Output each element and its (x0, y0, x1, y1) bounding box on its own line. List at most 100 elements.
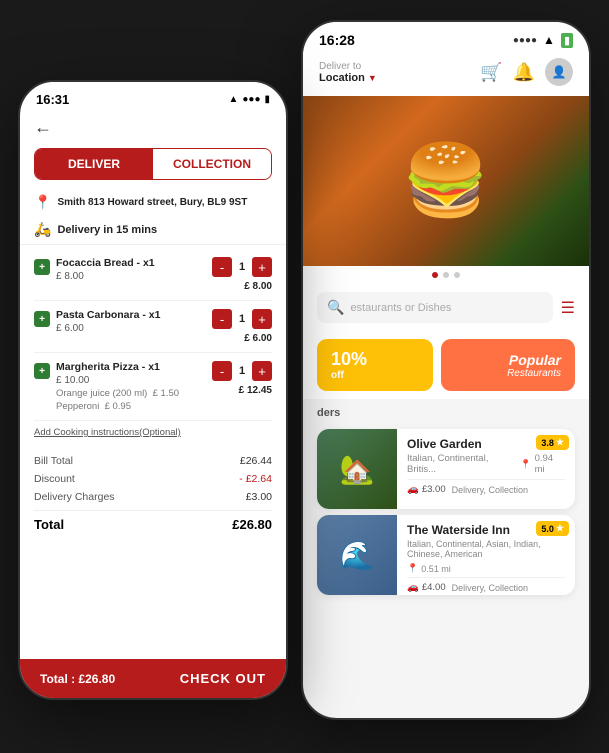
qty-num-1: 1 (235, 261, 249, 273)
waterside-distance: 0.51 mi (421, 564, 451, 574)
qty-controls-1: - 1 + (212, 257, 272, 277)
chevron-down-icon: ▼ (368, 73, 377, 83)
cart-icon[interactable]: 🛒 (480, 62, 502, 83)
dot-3[interactable] (454, 272, 460, 278)
olive-garden-info: 3.8 ★ Olive Garden Italian, Continental,… (397, 429, 575, 509)
signal-dots-icon: ●●●● (513, 35, 537, 46)
promo-popular-title: Popular (509, 352, 561, 368)
grand-total-row: Total £26.80 (34, 510, 272, 532)
left-time: 16:31 (36, 92, 69, 107)
deliver-to-label: Deliver to (319, 61, 377, 72)
item-total-3: £ 12.45 (236, 385, 272, 396)
item-price-3: £ 10.00 (56, 375, 206, 386)
waterside-delivery-types: Delivery, Collection (452, 583, 528, 593)
item-add-icon-3 (34, 363, 50, 379)
restaurant-card-waterside[interactable]: 🌊 5.0 ★ The Waterside Inn Italian, Conti… (317, 515, 575, 595)
search-placeholder-text: estaurants or Dishes (350, 302, 451, 314)
item-name-2: Pasta Carbonara - x1 (56, 309, 206, 321)
left-status-icons: ▲ ●●● ▮ (228, 94, 270, 105)
search-input-wrap[interactable]: 🔍 estaurants or Dishes (317, 292, 553, 323)
promo-off-text: off (331, 370, 419, 381)
qty-num-2: 1 (235, 313, 249, 325)
left-status-bar: 16:31 ▲ ●●● ▮ (20, 82, 286, 111)
olive-garden-meta: 🚗 £3.00 Delivery, Collection (407, 479, 565, 495)
bill-total-value: £26.44 (240, 455, 272, 467)
qty-minus-3[interactable]: - (212, 361, 232, 381)
olive-garden-distance: 0.94 mi (535, 453, 565, 475)
olive-garden-emoji: 🏡 (340, 453, 375, 486)
checkout-bar: Total : £26.80 CHECK OUT (20, 659, 286, 698)
qty-minus-2[interactable]: - (212, 309, 232, 329)
item-extra-1: Orange juice (200 ml) £ 1.50 (56, 388, 206, 399)
olive-garden-cost-text: £3.00 (422, 484, 446, 495)
location-pin-icon-olive: 📍 (520, 459, 531, 470)
olive-garden-cuisine: Italian, Continental, Britis... 📍 0.94 m… (407, 453, 565, 475)
bell-icon[interactable]: 🔔 (513, 62, 535, 83)
bill-discount-label: Discount (34, 473, 75, 485)
qty-minus-1[interactable]: - (212, 257, 232, 277)
carousel-dots (303, 266, 589, 284)
cart-item-2: Pasta Carbonara - x1 £ 6.00 - 1 + £ 6.00 (34, 301, 272, 353)
back-arrow-icon[interactable]: ← (34, 117, 52, 138)
search-section: 🔍 estaurants or Dishes ☰ (303, 284, 589, 331)
dot-2[interactable] (443, 272, 449, 278)
deliver-to[interactable]: Deliver to Location ▼ (319, 61, 377, 84)
delivery-icon-olive: 🚗 (407, 484, 419, 495)
item-details-3: Margherita Pizza - x1 £ 10.00 Orange jui… (56, 361, 206, 412)
waterside-emoji: 🌊 (340, 539, 375, 572)
item-details-1: Focaccia Bread - x1 £ 8.00 (56, 257, 206, 282)
star-icon: ★ (556, 437, 564, 448)
avatar[interactable]: 👤 (545, 58, 573, 86)
waterside-delivery-cost: 🚗 £4.00 (407, 582, 446, 593)
right-status-bar: 16:28 ●●●● ▲ ▮ (303, 22, 589, 52)
promo-card-popular[interactable]: Popular Restaurants (441, 339, 575, 391)
cooking-instruction[interactable]: Add Cooking instructions(Optional) (20, 421, 286, 444)
checkout-button[interactable]: CHECK OUT (180, 671, 266, 686)
deliver-tab[interactable]: DELIVER (35, 149, 153, 179)
bill-total-label: Bill Total (34, 455, 73, 467)
item-total-1: £ 8.00 (236, 281, 272, 292)
item-add-icon-1 (34, 259, 50, 275)
olive-garden-thumbnail: 🏡 (317, 429, 397, 509)
restaurants-section-label: ders (303, 399, 589, 423)
item-extra-2: Pepperoni £ 0.95 (56, 401, 206, 412)
bill-section: Bill Total £26.44 Discount - £2.64 Deliv… (20, 444, 286, 532)
item-details-2: Pasta Carbonara - x1 £ 6.00 (56, 309, 206, 334)
bill-total-row: Bill Total £26.44 (34, 452, 272, 470)
header-icons: 🛒 🔔 👤 (480, 58, 573, 86)
star-icon-waterside: ★ (556, 523, 564, 534)
bike-icon: 🛵 (34, 221, 51, 238)
grand-total-value: £26.80 (232, 517, 272, 532)
olive-garden-rating-value: 3.8 (541, 438, 554, 448)
filter-icon[interactable]: ☰ (561, 298, 575, 318)
location-pin-icon: 📍 (34, 194, 51, 211)
cart-item-1: Focaccia Bread - x1 £ 8.00 - 1 + £ 8.00 (34, 249, 272, 301)
qty-plus-1[interactable]: + (252, 257, 272, 277)
location-pin-icon-waterside: 📍 (407, 563, 418, 574)
dot-1[interactable] (432, 272, 438, 278)
waterside-rating: 5.0 ★ (536, 521, 569, 536)
search-icon: 🔍 (327, 299, 344, 316)
olive-garden-rating: 3.8 ★ (536, 435, 569, 450)
waterside-cuisine-text: Italian, Continental, Asian, Indian, Chi… (407, 539, 565, 559)
wifi-icon: ▲ (228, 94, 238, 105)
bill-delivery-value: £3.00 (246, 491, 272, 503)
promo-section: 10% off Popular Restaurants (303, 331, 589, 399)
waterside-cost-text: £4.00 (422, 582, 446, 593)
item-total-2: £ 6.00 (236, 333, 272, 344)
collection-tab[interactable]: COLLECTION (153, 149, 271, 179)
item-name-1: Focaccia Bread - x1 (56, 257, 206, 269)
bill-discount-value: - £2.64 (239, 473, 272, 485)
qty-plus-3[interactable]: + (252, 361, 272, 381)
restaurant-card-olive-garden[interactable]: 🏡 3.8 ★ Olive Garden Italian, Continenta… (317, 429, 575, 509)
burger-emoji: 🍔 (402, 140, 489, 222)
cart-items-list: Focaccia Bread - x1 £ 8.00 - 1 + £ 8.00 … (20, 249, 286, 421)
waterside-thumbnail: 🌊 (317, 515, 397, 595)
item-right-2: - 1 + £ 6.00 (212, 309, 272, 344)
qty-num-3: 1 (235, 365, 249, 377)
promo-card-discount[interactable]: 10% off (317, 339, 433, 391)
qty-plus-2[interactable]: + (252, 309, 272, 329)
cart-item-3: Margherita Pizza - x1 £ 10.00 Orange jui… (34, 353, 272, 421)
right-time: 16:28 (319, 32, 355, 48)
waterside-rating-value: 5.0 (541, 524, 554, 534)
